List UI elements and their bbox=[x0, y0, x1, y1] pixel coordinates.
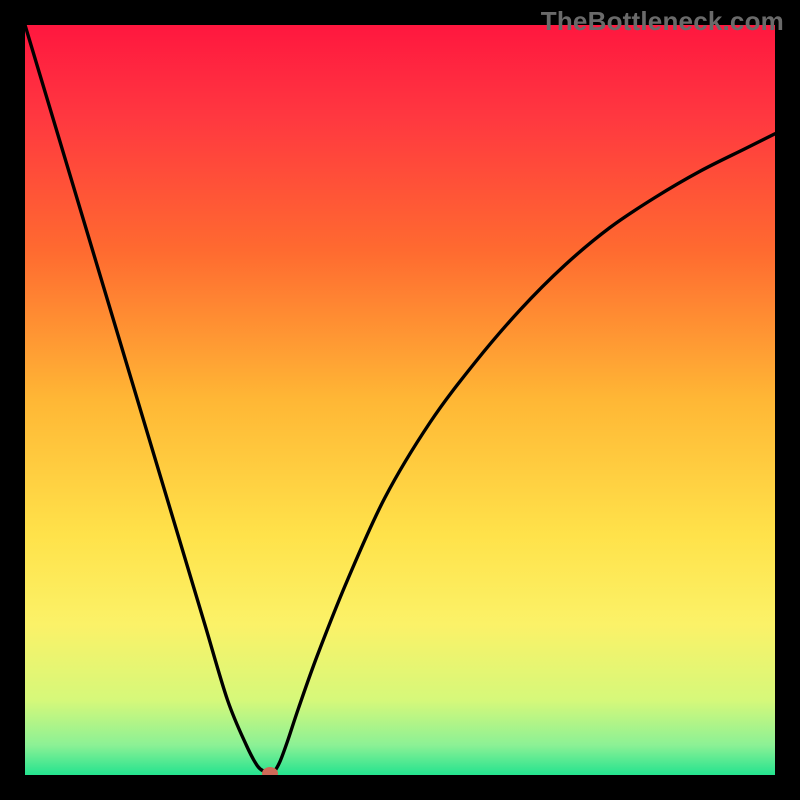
watermark-text: TheBottleneck.com bbox=[541, 6, 784, 37]
bottleneck-point-marker bbox=[262, 767, 278, 775]
chart-frame: TheBottleneck.com bbox=[0, 0, 800, 800]
plot-area bbox=[25, 25, 775, 775]
bottleneck-curve bbox=[25, 25, 775, 775]
